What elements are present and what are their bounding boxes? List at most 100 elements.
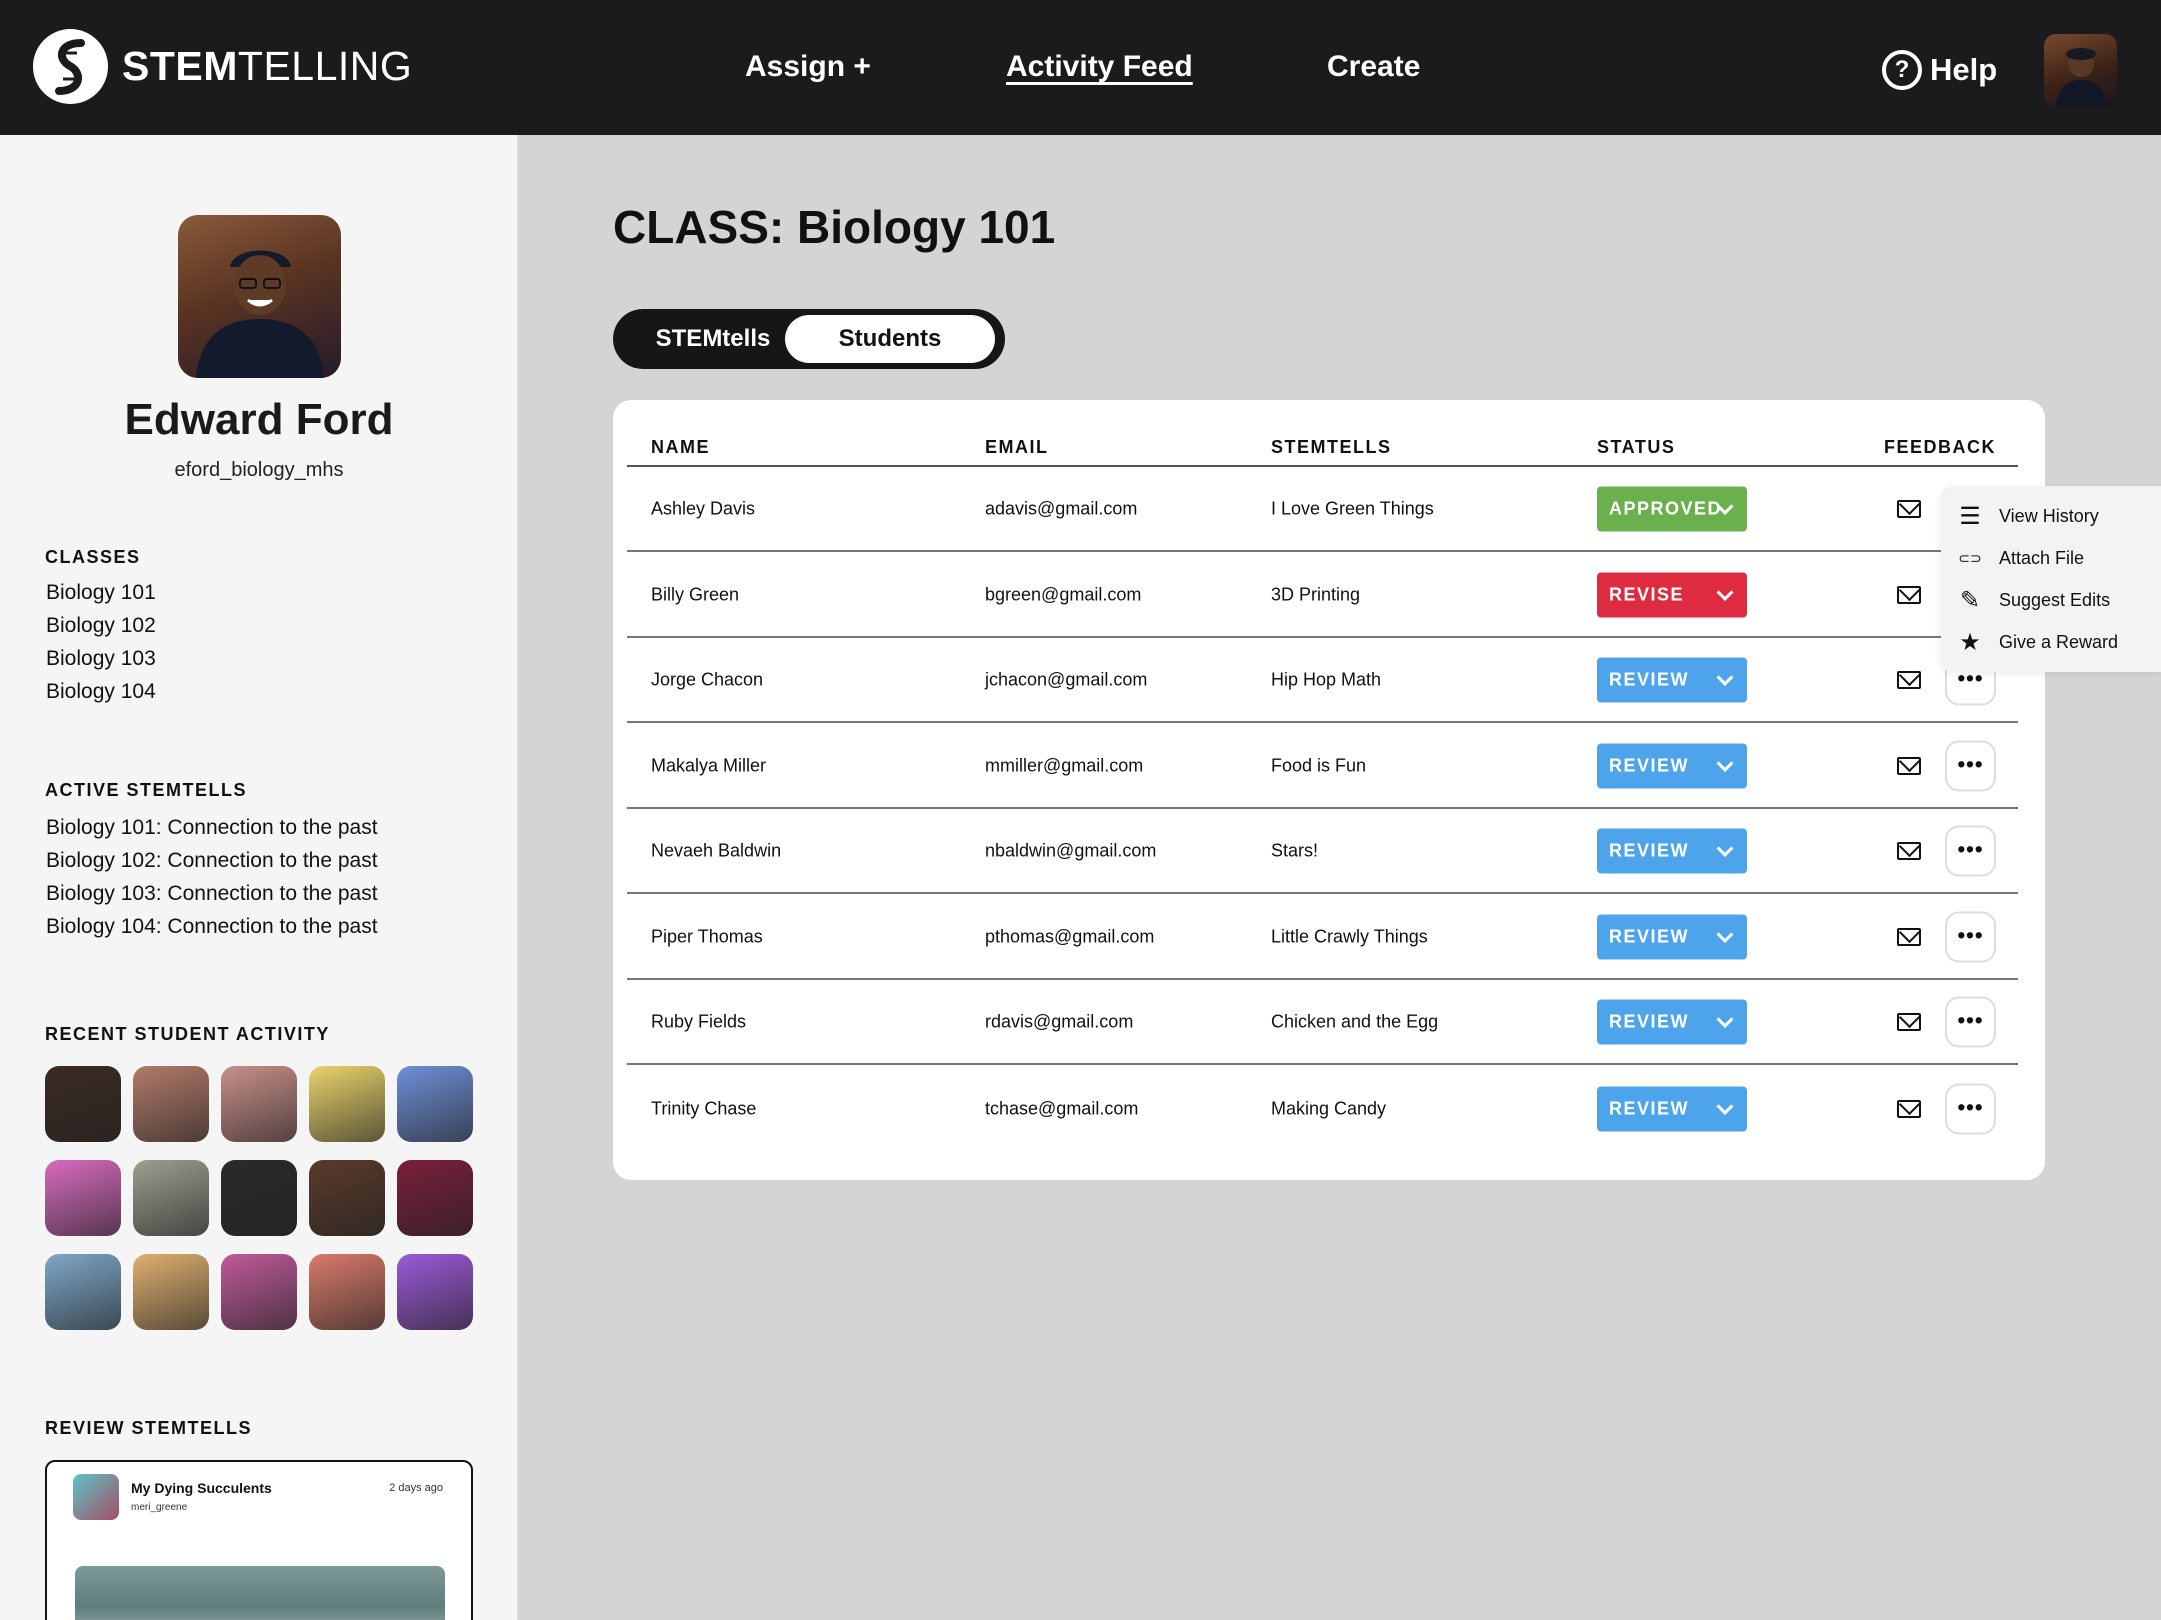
status-dropdown[interactable]: REVIEW — [1597, 914, 1747, 959]
class-link[interactable]: Biology 102 — [46, 609, 156, 642]
menu-attach-file[interactable]: ⊂⊃ Attach File — [1955, 543, 2084, 573]
student-email: adavis@gmail.com — [985, 498, 1138, 518]
student-email: nbaldwin@gmail.com — [985, 840, 1157, 860]
student-avatar[interactable] — [45, 1160, 121, 1236]
student-avatar[interactable] — [397, 1160, 473, 1236]
active-stemtell-link[interactable]: Biology 101: Connection to the past — [46, 811, 378, 844]
more-options-button[interactable]: ••• — [1945, 911, 1996, 962]
nav-activity-feed[interactable]: Activity Feed — [1006, 50, 1193, 84]
menu-give-reward[interactable]: ★ Give a Reward — [1955, 627, 2118, 657]
student-avatar[interactable] — [221, 1066, 297, 1142]
student-avatar[interactable] — [397, 1254, 473, 1330]
more-options-button[interactable]: ••• — [1945, 825, 1996, 876]
table-row: Jorge Chacon jchacon@gmail.com Hip Hop Mat… — [627, 638, 2018, 723]
student-avatar[interactable] — [309, 1160, 385, 1236]
top-navigation-bar: STEMTELLING Assign + Activity Feed Creat… — [0, 0, 2161, 135]
student-avatar[interactable] — [397, 1066, 473, 1142]
table-row: Billy Green bgreen@gmail.com 3D Printing RE… — [627, 553, 2018, 638]
status-dropdown[interactable]: REVISE — [1597, 572, 1747, 617]
student-avatar[interactable] — [221, 1160, 297, 1236]
profile-handle: eford_biology_mhs — [174, 459, 344, 481]
mail-icon[interactable] — [1897, 841, 1921, 860]
student-name: Billy Green — [651, 584, 740, 604]
profile-photo — [178, 215, 341, 378]
status-label: REVIEW — [1609, 1011, 1690, 1031]
menu-suggest-edits[interactable]: ✎ Suggest Edits — [1955, 585, 2110, 615]
help-button[interactable]: ? Help — [1882, 50, 1997, 90]
mail-icon[interactable] — [1897, 585, 1921, 604]
status-dropdown[interactable]: REVIEW — [1597, 999, 1747, 1044]
student-avatar[interactable] — [133, 1160, 209, 1236]
student-stemtell[interactable]: Little Crawly Things — [1271, 926, 1428, 947]
student-stemtell[interactable]: Food is Fun — [1271, 755, 1366, 776]
student-name: Ashley Davis — [651, 498, 756, 518]
menu-view-history[interactable]: ☰ View History — [1955, 501, 2098, 531]
student-avatar[interactable] — [133, 1254, 209, 1330]
student-avatar[interactable] — [221, 1254, 297, 1330]
class-link[interactable]: Biology 103 — [46, 642, 156, 675]
chevron-down-icon — [1716, 583, 1734, 601]
classes-title: CLASSES — [45, 547, 141, 567]
chevron-down-icon — [1716, 1010, 1734, 1028]
student-email: jchacon@gmail.com — [985, 669, 1148, 689]
student-stemtell[interactable]: Chicken and the Egg — [1271, 1011, 1438, 1032]
student-avatar[interactable] — [309, 1254, 385, 1330]
student-name: Trinity Chase — [651, 1098, 757, 1118]
table-row: Ruby Fields rdavis@gmail.com Chicken and t… — [627, 980, 2018, 1065]
column-header-feedback: FEEDBACK — [1884, 437, 1997, 457]
mail-icon[interactable] — [1897, 927, 1921, 946]
class-link[interactable]: Biology 104 — [46, 675, 156, 708]
student-stemtell[interactable]: Stars! — [1271, 840, 1318, 861]
student-avatar[interactable] — [133, 1066, 209, 1142]
toggle-students[interactable]: Students — [785, 315, 995, 363]
student-avatar[interactable] — [45, 1254, 121, 1330]
status-dropdown[interactable]: REVIEW — [1597, 828, 1747, 873]
chevron-down-icon — [1716, 925, 1734, 943]
status-dropdown[interactable]: APPROVED — [1597, 486, 1747, 531]
nav-assign[interactable]: Assign + — [745, 50, 871, 84]
student-stemtell[interactable]: I Love Green Things — [1271, 498, 1434, 519]
column-header-name: NAME — [651, 437, 710, 457]
star-icon: ★ — [1959, 628, 1981, 656]
feedback-context-menu: ☰ View History ⊂⊃ Attach File ✎ Suggest … — [1941, 486, 2161, 672]
student-name: Nevaeh Baldwin — [651, 840, 782, 860]
active-stemtell-link[interactable]: Biology 104: Connection to the past — [46, 910, 378, 943]
menu-label: Attach File — [1999, 547, 2085, 568]
recent-activity-grid — [45, 1066, 473, 1330]
mail-icon[interactable] — [1897, 1012, 1921, 1031]
review-stemtell-card[interactable]: My Dying Succulents meri_greene 2 days a… — [45, 1460, 473, 1620]
review-stemtells-title: REVIEW STEMTELLS — [45, 1418, 253, 1438]
status-dropdown[interactable]: REVIEW — [1597, 657, 1747, 702]
student-avatar[interactable] — [45, 1066, 121, 1142]
more-options-button[interactable]: ••• — [1945, 1083, 1996, 1134]
recent-activity-title: RECENT STUDENT ACTIVITY — [45, 1024, 330, 1044]
student-stemtell[interactable]: 3D Printing — [1271, 584, 1360, 605]
status-label: REVIEW — [1609, 669, 1690, 689]
class-link[interactable]: Biology 101 — [46, 576, 156, 609]
paperclip-icon: ⊂⊃ — [1958, 549, 1982, 566]
status-dropdown[interactable]: REVIEW — [1597, 743, 1747, 788]
toggle-stemtells[interactable]: STEMtells — [623, 315, 803, 363]
review-card-title: My Dying Succulents — [131, 1480, 272, 1496]
more-options-button[interactable]: ••• — [1945, 740, 1996, 791]
pencil-icon: ✎ — [1959, 586, 1981, 614]
status-dropdown[interactable]: REVIEW — [1597, 1086, 1747, 1131]
student-stemtell[interactable]: Hip Hop Math — [1271, 669, 1381, 690]
student-name: Ruby Fields — [651, 1011, 747, 1031]
mail-icon[interactable] — [1897, 756, 1921, 775]
nav-create[interactable]: Create — [1327, 50, 1420, 84]
student-stemtell[interactable]: Making Candy — [1271, 1098, 1386, 1119]
active-stemtell-link[interactable]: Biology 103: Connection to the past — [46, 877, 378, 910]
app-logo[interactable]: STEMTELLING — [33, 29, 412, 104]
user-avatar[interactable] — [2044, 34, 2117, 107]
mail-icon[interactable] — [1897, 499, 1921, 518]
mail-icon[interactable] — [1897, 1099, 1921, 1118]
chevron-down-icon — [1716, 1097, 1734, 1115]
active-stemtells-list: Biology 101: Connection to the past Biol… — [46, 811, 378, 943]
chevron-down-icon — [1716, 839, 1734, 857]
table-row: Ashley Davis adavis@gmail.com I Love Green… — [627, 467, 2018, 552]
more-options-button[interactable]: ••• — [1945, 996, 1996, 1047]
mail-icon[interactable] — [1897, 670, 1921, 689]
active-stemtell-link[interactable]: Biology 102: Connection to the past — [46, 844, 378, 877]
student-avatar[interactable] — [309, 1066, 385, 1142]
